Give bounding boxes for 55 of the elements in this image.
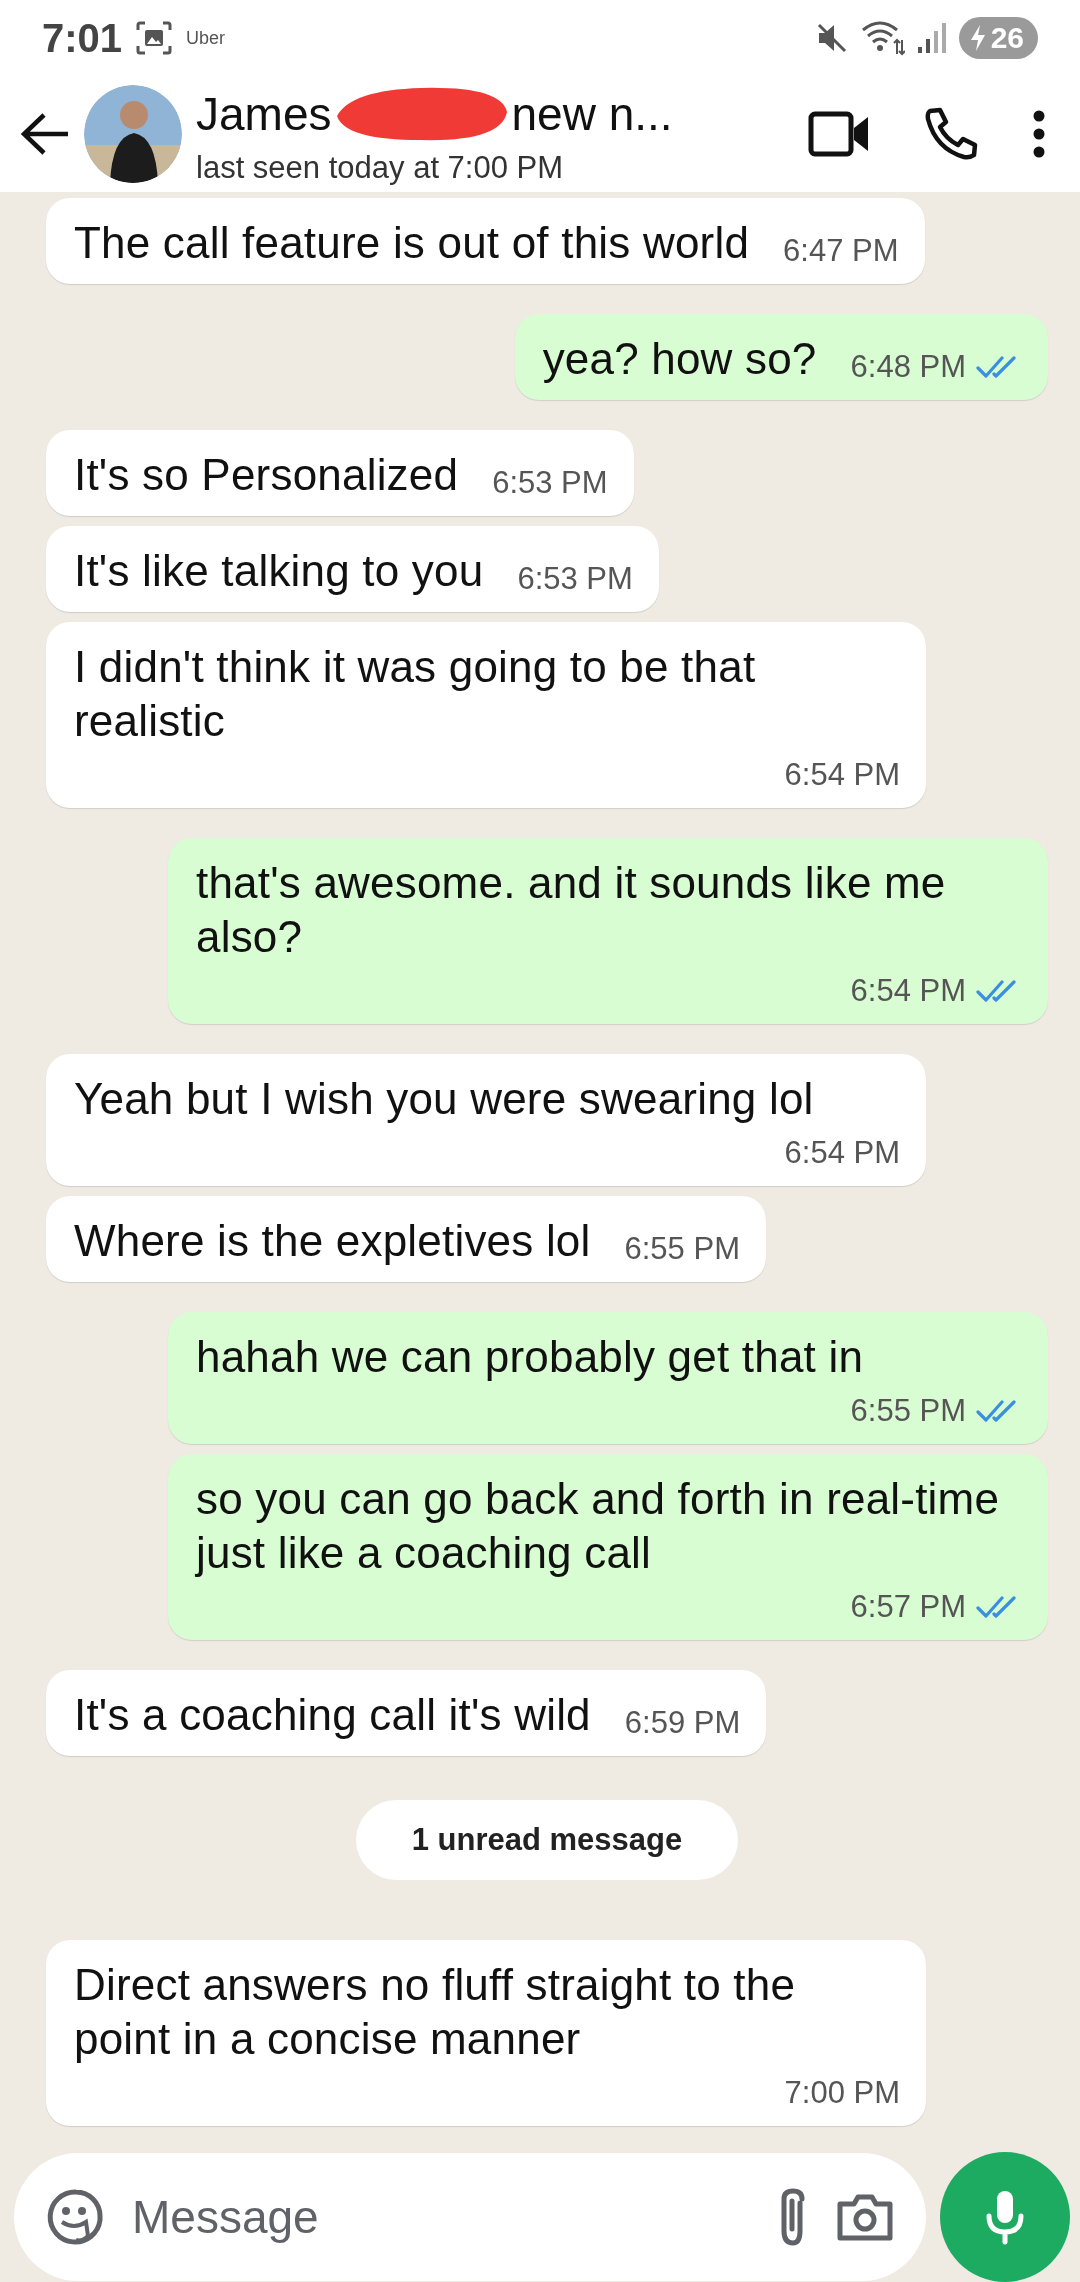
message-bubble[interactable]: It's so Personalized 6:53 PM xyxy=(46,430,634,516)
screenshot-icon xyxy=(136,21,173,56)
message-text: It's a coaching call it's wild xyxy=(74,1689,591,1741)
message-time: 6:47 PM xyxy=(783,232,899,270)
back-arrow-icon[interactable] xyxy=(20,112,70,157)
more-options-icon[interactable] xyxy=(1032,109,1046,160)
clock: 7:01 xyxy=(42,15,123,61)
message-text: Where is the expletives lol xyxy=(74,1215,591,1267)
message-text: It's so Personalized xyxy=(74,449,459,501)
message-time: 6:48 PM xyxy=(850,348,966,386)
message-bubble[interactable]: hahah we can probably get that in 6:55 PM xyxy=(168,1312,1048,1444)
message-bubble[interactable]: yea? how so? 6:48 PM xyxy=(514,314,1048,400)
message-text: Yeah but I wish you were swearing lol xyxy=(74,1073,814,1125)
video-call-icon[interactable] xyxy=(808,111,870,158)
message-field[interactable]: Message xyxy=(14,2153,926,2281)
message-time: 7:00 PM xyxy=(784,2074,900,2112)
signal-icon xyxy=(916,21,947,56)
message-text: hahah we can probably get that in xyxy=(196,1331,864,1383)
message-text: I didn't think it was going to be that realistic xyxy=(74,641,757,747)
unread-divider: 1 unread message xyxy=(355,1800,739,1880)
message-bubble[interactable]: so you can go back and forth in real-time just like a coaching call 6:57 PM xyxy=(168,1454,1048,1640)
message-time: 6:53 PM xyxy=(492,464,608,502)
message-bubble[interactable]: Direct answers no fluff straight to the point in a concise manner 7:00 PM xyxy=(46,1940,926,2126)
message-bubble[interactable]: Yeah but I wish you were swearing lol 6:54 PM xyxy=(46,1054,926,1186)
message-text: so you can go back and forth in real-time just like a coaching call xyxy=(196,1473,1001,1579)
message-text: Direct answers no fluff straight to the point in a concise manner xyxy=(74,1959,797,2065)
message-text: It's like talking to you xyxy=(74,545,484,597)
message-time: 6:54 PM xyxy=(850,972,966,1010)
message-text: that's awesome. and it sounds like me also? xyxy=(196,857,947,963)
message-input[interactable]: Message xyxy=(130,2189,750,2245)
last-seen-text: last seen today at 7:00 PM xyxy=(196,150,565,187)
message-time: 6:59 PM xyxy=(624,1704,741,1742)
message-time: 6:54 PM xyxy=(784,1134,900,1172)
message-time: 6:55 PM xyxy=(624,1230,740,1268)
phone-icon[interactable] xyxy=(924,107,978,162)
message-bubble[interactable]: It's a coaching call it's wild 6:59 PM xyxy=(46,1670,767,1756)
camera-icon[interactable] xyxy=(836,2192,894,2242)
message-bubble[interactable]: It's like talking to you 6:53 PM xyxy=(46,526,659,612)
contact-name: James xyxy=(196,87,332,142)
message-bubble[interactable]: I didn't think it was going to be that realistic 6:54 PM xyxy=(46,622,926,808)
message-text: The call feature is out of this world xyxy=(74,217,750,269)
message-bubble[interactable]: Where is the expletives lol 6:55 PM xyxy=(46,1196,766,1282)
message-bubble[interactable]: The call feature is out of this world 6:47 PM xyxy=(46,198,925,284)
message-time: 6:54 PM xyxy=(784,756,900,794)
contact-name: new n... xyxy=(511,87,673,142)
message-bubble[interactable]: that's awesome. and it sounds like me also? 6:54 PM xyxy=(168,838,1048,1024)
notification-label: Uber xyxy=(186,27,226,49)
sticker-icon[interactable] xyxy=(46,2188,104,2246)
message-time: 6:53 PM xyxy=(517,560,633,598)
wifi-icon xyxy=(860,20,905,57)
message-text: yea? how so? xyxy=(542,333,817,385)
message-time: 6:57 PM xyxy=(850,1588,966,1626)
message-time: 6:55 PM xyxy=(850,1392,966,1430)
battery-indicator: 26 xyxy=(958,17,1038,60)
microphone-icon xyxy=(985,2188,1025,2246)
